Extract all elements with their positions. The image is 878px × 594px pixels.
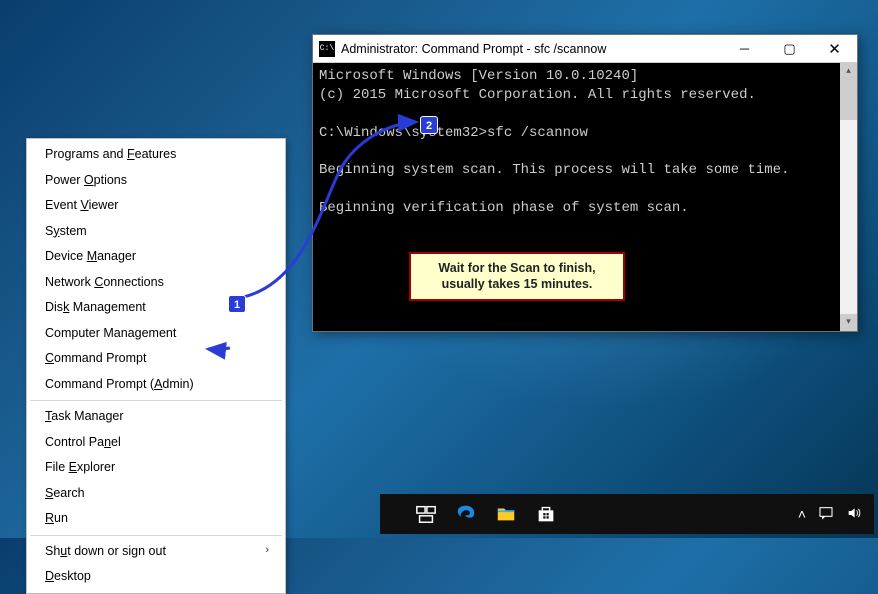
menu-item[interactable]: Device Manager [29,244,283,270]
step-badge-1: 1 [228,295,246,313]
scroll-up-button[interactable]: ▴ [840,63,857,80]
menu-item[interactable]: Computer Management [29,321,283,347]
menu-item[interactable]: Event Viewer [29,193,283,219]
file-explorer-icon[interactable] [488,496,524,532]
menu-item[interactable]: System [29,219,283,245]
terminal-line: Microsoft Windows [Version 10.0.10240] [319,67,851,86]
terminal-line: Beginning verification phase of system s… [319,199,851,218]
action-center-icon[interactable] [818,505,834,524]
winx-context-menu: Programs and FeaturesPower OptionsEvent … [26,138,286,594]
maximize-button[interactable]: ▢ [767,35,812,62]
scroll-down-button[interactable]: ▾ [840,314,857,331]
menu-item[interactable]: Power Options [29,168,283,194]
tray-chevron-icon[interactable]: ˄ [798,506,806,522]
step-badge-2: 2 [420,116,438,134]
window-titlebar[interactable]: C:\ Administrator: Command Prompt - sfc … [313,35,857,63]
callout-line1: Wait for the Scan to finish, [419,260,615,276]
callout-line2: usually takes 15 minutes. [419,276,615,292]
menu-item[interactable]: Command Prompt (Admin) [29,372,283,398]
menu-separator [30,400,282,401]
menu-item[interactable]: Run [29,506,283,532]
task-view-icon[interactable] [408,496,444,532]
menu-item[interactable]: Control Panel [29,430,283,456]
menu-separator [30,535,282,536]
terminal-line: C:\Windows\system32>sfc /scannow [319,124,851,143]
menu-item[interactable]: Desktop [29,564,283,590]
store-icon[interactable] [528,496,564,532]
cmd-app-icon: C:\ [319,41,335,57]
menu-item[interactable]: Programs and Features [29,142,283,168]
volume-icon[interactable] [846,505,862,524]
menu-item[interactable]: Task Manager [29,404,283,430]
taskbar: ˄ [380,494,874,534]
menu-item[interactable]: Network Connections [29,270,283,296]
close-button[interactable]: ✕ [812,35,857,62]
submenu-arrow-icon: › [265,543,269,558]
menu-item[interactable]: Search [29,481,283,507]
menu-item[interactable]: File Explorer [29,455,283,481]
terminal-line [319,180,851,199]
edge-icon[interactable] [448,496,484,532]
instruction-callout: Wait for the Scan to finish, usually tak… [409,252,625,301]
window-title: Administrator: Command Prompt - sfc /sca… [341,42,722,56]
terminal-line [319,105,851,124]
menu-item[interactable]: Command Prompt [29,346,283,372]
terminal-line [319,143,851,162]
menu-item[interactable]: Shut down or sign out› [29,539,283,565]
scroll-thumb[interactable] [840,80,857,120]
scrollbar[interactable]: ▴ ▾ [840,63,857,331]
terminal-line: (c) 2015 Microsoft Corporation. All righ… [319,86,851,105]
minimize-button[interactable]: ─ [722,35,767,62]
terminal-line: Beginning system scan. This process will… [319,161,851,180]
